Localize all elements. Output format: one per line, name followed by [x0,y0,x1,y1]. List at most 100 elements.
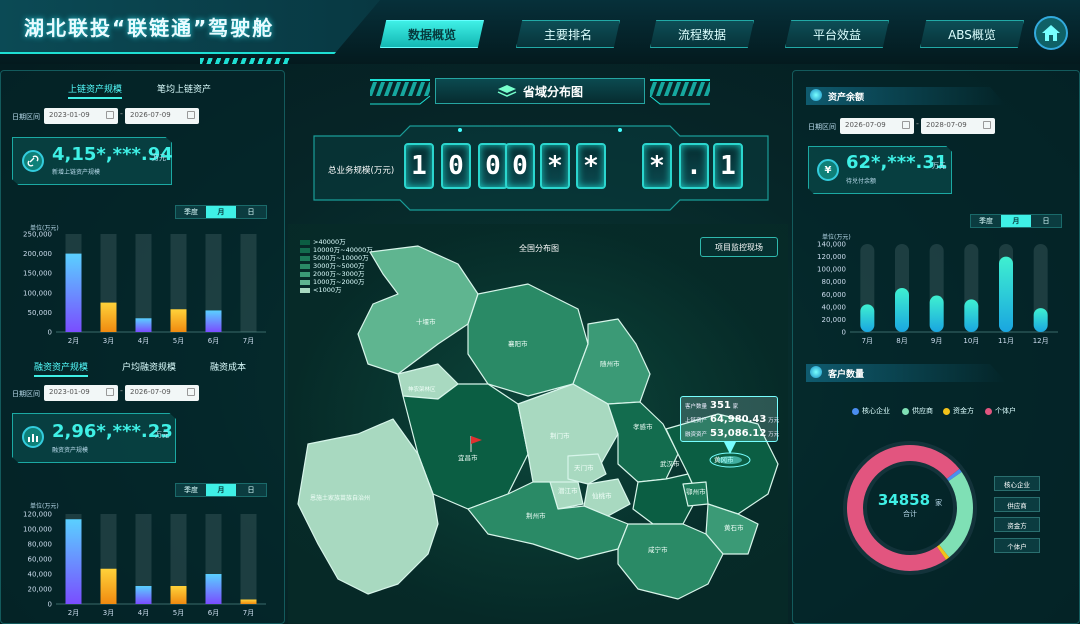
label-enshi: 恩施土家族苗族自治州 [310,494,370,502]
tooltip-row-financing: 融资资产 53,086.12 万元 [685,428,779,439]
financing-metric-unit: 万元 [155,431,169,439]
data-bar[interactable] [999,256,1013,332]
data-bar[interactable] [65,519,82,604]
tab-avg-financing-scale[interactable]: 户均融资规模 [122,360,176,373]
legend-dot [985,407,992,415]
data-bar[interactable] [100,302,117,332]
y-tick-label: 80,000 [822,278,847,286]
balance-metric-caption: 待兑付余额 [846,178,877,185]
tooltip-customers-label: 客户数量 [685,404,708,410]
y-tick-label: 80,000 [28,541,53,549]
data-bar[interactable] [929,295,944,332]
data-bar[interactable] [65,253,82,332]
total-business-label: 总业务规模(万元) [328,166,395,176]
data-bar[interactable] [135,586,152,604]
x-tick-label: 5月 [173,337,184,345]
label-tianmen: 天门市 [574,463,594,472]
date-to-text: 2026-07-09 [130,111,171,119]
label-ezhou: 鄂州市 [686,487,706,496]
nav-platform-benefit[interactable]: 平台效益 [785,20,889,48]
counter-digit: 0 [441,143,471,189]
y-tick-label: 0 [842,329,846,337]
donut-total-unit: 家 [935,499,943,507]
customer-legend-item[interactable]: 个体户 [985,406,1016,416]
filter-funder-button[interactable]: 资金方 [994,517,1040,532]
filter-core-enterprise-button[interactable]: 核心企业 [994,476,1040,491]
data-bar[interactable] [205,574,222,604]
date-range-label: 日期区间 [12,113,40,121]
data-bar[interactable] [205,310,222,332]
home-button[interactable] [1034,16,1068,50]
financing-asset-bar-chart: 120,000 100,000 80,000 60,000 40,000 20,000 0 2… [23,511,266,617]
customer-count-title-text: 客户数量 [828,370,865,380]
customer-legend-item[interactable]: 资金方 [943,406,974,416]
tab-avg-onchain-asset[interactable]: 笔均上链资产 [157,82,211,95]
data-bar[interactable] [170,309,187,332]
data-bar[interactable] [895,288,909,332]
right-date-to-input[interactable]: 2028-07-09 [921,118,995,134]
map-region-shiyan[interactable] [357,245,479,375]
data-bar[interactable] [964,299,979,332]
date-to-input[interactable]: 2026-07-09 [125,108,199,124]
date-to-input-2[interactable]: 2026-07-09 [125,385,199,401]
data-bar[interactable] [100,568,117,604]
period-month[interactable]: 月 [206,206,236,218]
period-quarter-2[interactable]: 季度 [176,484,206,496]
data-bar[interactable] [860,304,875,332]
x-tick-label: 12月 [1033,337,1049,345]
period-day-2[interactable]: 日 [236,484,266,496]
date-from-input-2[interactable]: 2023-01-09 [44,385,118,401]
counter-digit: 1 [404,143,434,189]
y-tick-label: 40,000 [822,303,847,311]
nav-process-data[interactable]: 流程数据 [650,20,754,48]
label-qianjiang: 潜江市 [558,486,578,495]
data-bar[interactable] [135,318,152,332]
donut-slice[interactable] [946,468,962,482]
right-period-month[interactable]: 月 [1001,215,1031,227]
data-bar[interactable] [1033,308,1048,332]
customer-legend-item[interactable]: 供应商 [902,406,933,416]
home-icon [1042,25,1060,41]
period-day[interactable]: 日 [236,206,266,218]
x-tick-label: 4月 [138,337,149,345]
counter-digit: 1 [713,143,743,189]
nav-main-ranking[interactable]: 主要排名 [516,20,620,48]
right-period-day[interactable]: 日 [1031,215,1061,227]
filter-individual-button[interactable]: 个体户 [994,538,1040,553]
tab-financing-asset-scale[interactable]: 融资资产规模 [34,360,89,377]
tab-onchain-asset-scale[interactable]: 上链资产规模 [68,82,123,99]
customer-legend-item[interactable]: 核心企业 [852,406,890,416]
label-shiyan: 十堰市 [416,317,436,326]
right-period-quarter[interactable]: 季度 [971,215,1001,227]
legend-dot [943,407,950,415]
title-decoration [370,79,710,105]
donut-slice[interactable] [936,544,950,560]
tab-financing-cost[interactable]: 融资成本 [210,360,246,373]
label-suizhou: 随州市 [600,359,620,368]
date-separator-2: - [120,386,123,395]
yen-icon: ¥ [817,159,839,181]
filter-supplier-button[interactable]: 供应商 [994,497,1040,512]
y-tick-label: 250,000 [23,231,52,239]
onchain-metric-caption: 新增上链资产规模 [52,169,101,176]
nav-data-overview[interactable]: 数据概览 [380,20,484,48]
financing-metric-caption: 融资资产规模 [52,447,89,454]
period-quarter[interactable]: 季度 [176,206,206,218]
left-period-tabs-2: 季度 月 日 [175,483,267,497]
map-region-xianning[interactable] [617,523,724,600]
nav-abs-overview[interactable]: ABS概览 [920,20,1024,48]
x-tick-label: 8月 [896,337,907,345]
data-bar[interactable] [240,599,257,605]
map-region-xiangyang[interactable] [467,283,589,397]
right-date-from-input[interactable]: 2026-07-09 [840,118,914,134]
map-region-xiaogan[interactable] [607,401,679,483]
y-tick-label: 0 [48,601,52,609]
data-bar[interactable] [170,586,187,604]
legend-dot [852,407,859,415]
label-jingzhou: 荆州市 [526,511,546,520]
right-date-range-label: 日期区间 [808,123,836,131]
date-from-input[interactable]: 2023-01-09 [44,108,118,124]
x-tick-label: 10月 [963,337,979,345]
y-tick-label: 0 [48,329,52,337]
period-month-2[interactable]: 月 [206,484,236,496]
